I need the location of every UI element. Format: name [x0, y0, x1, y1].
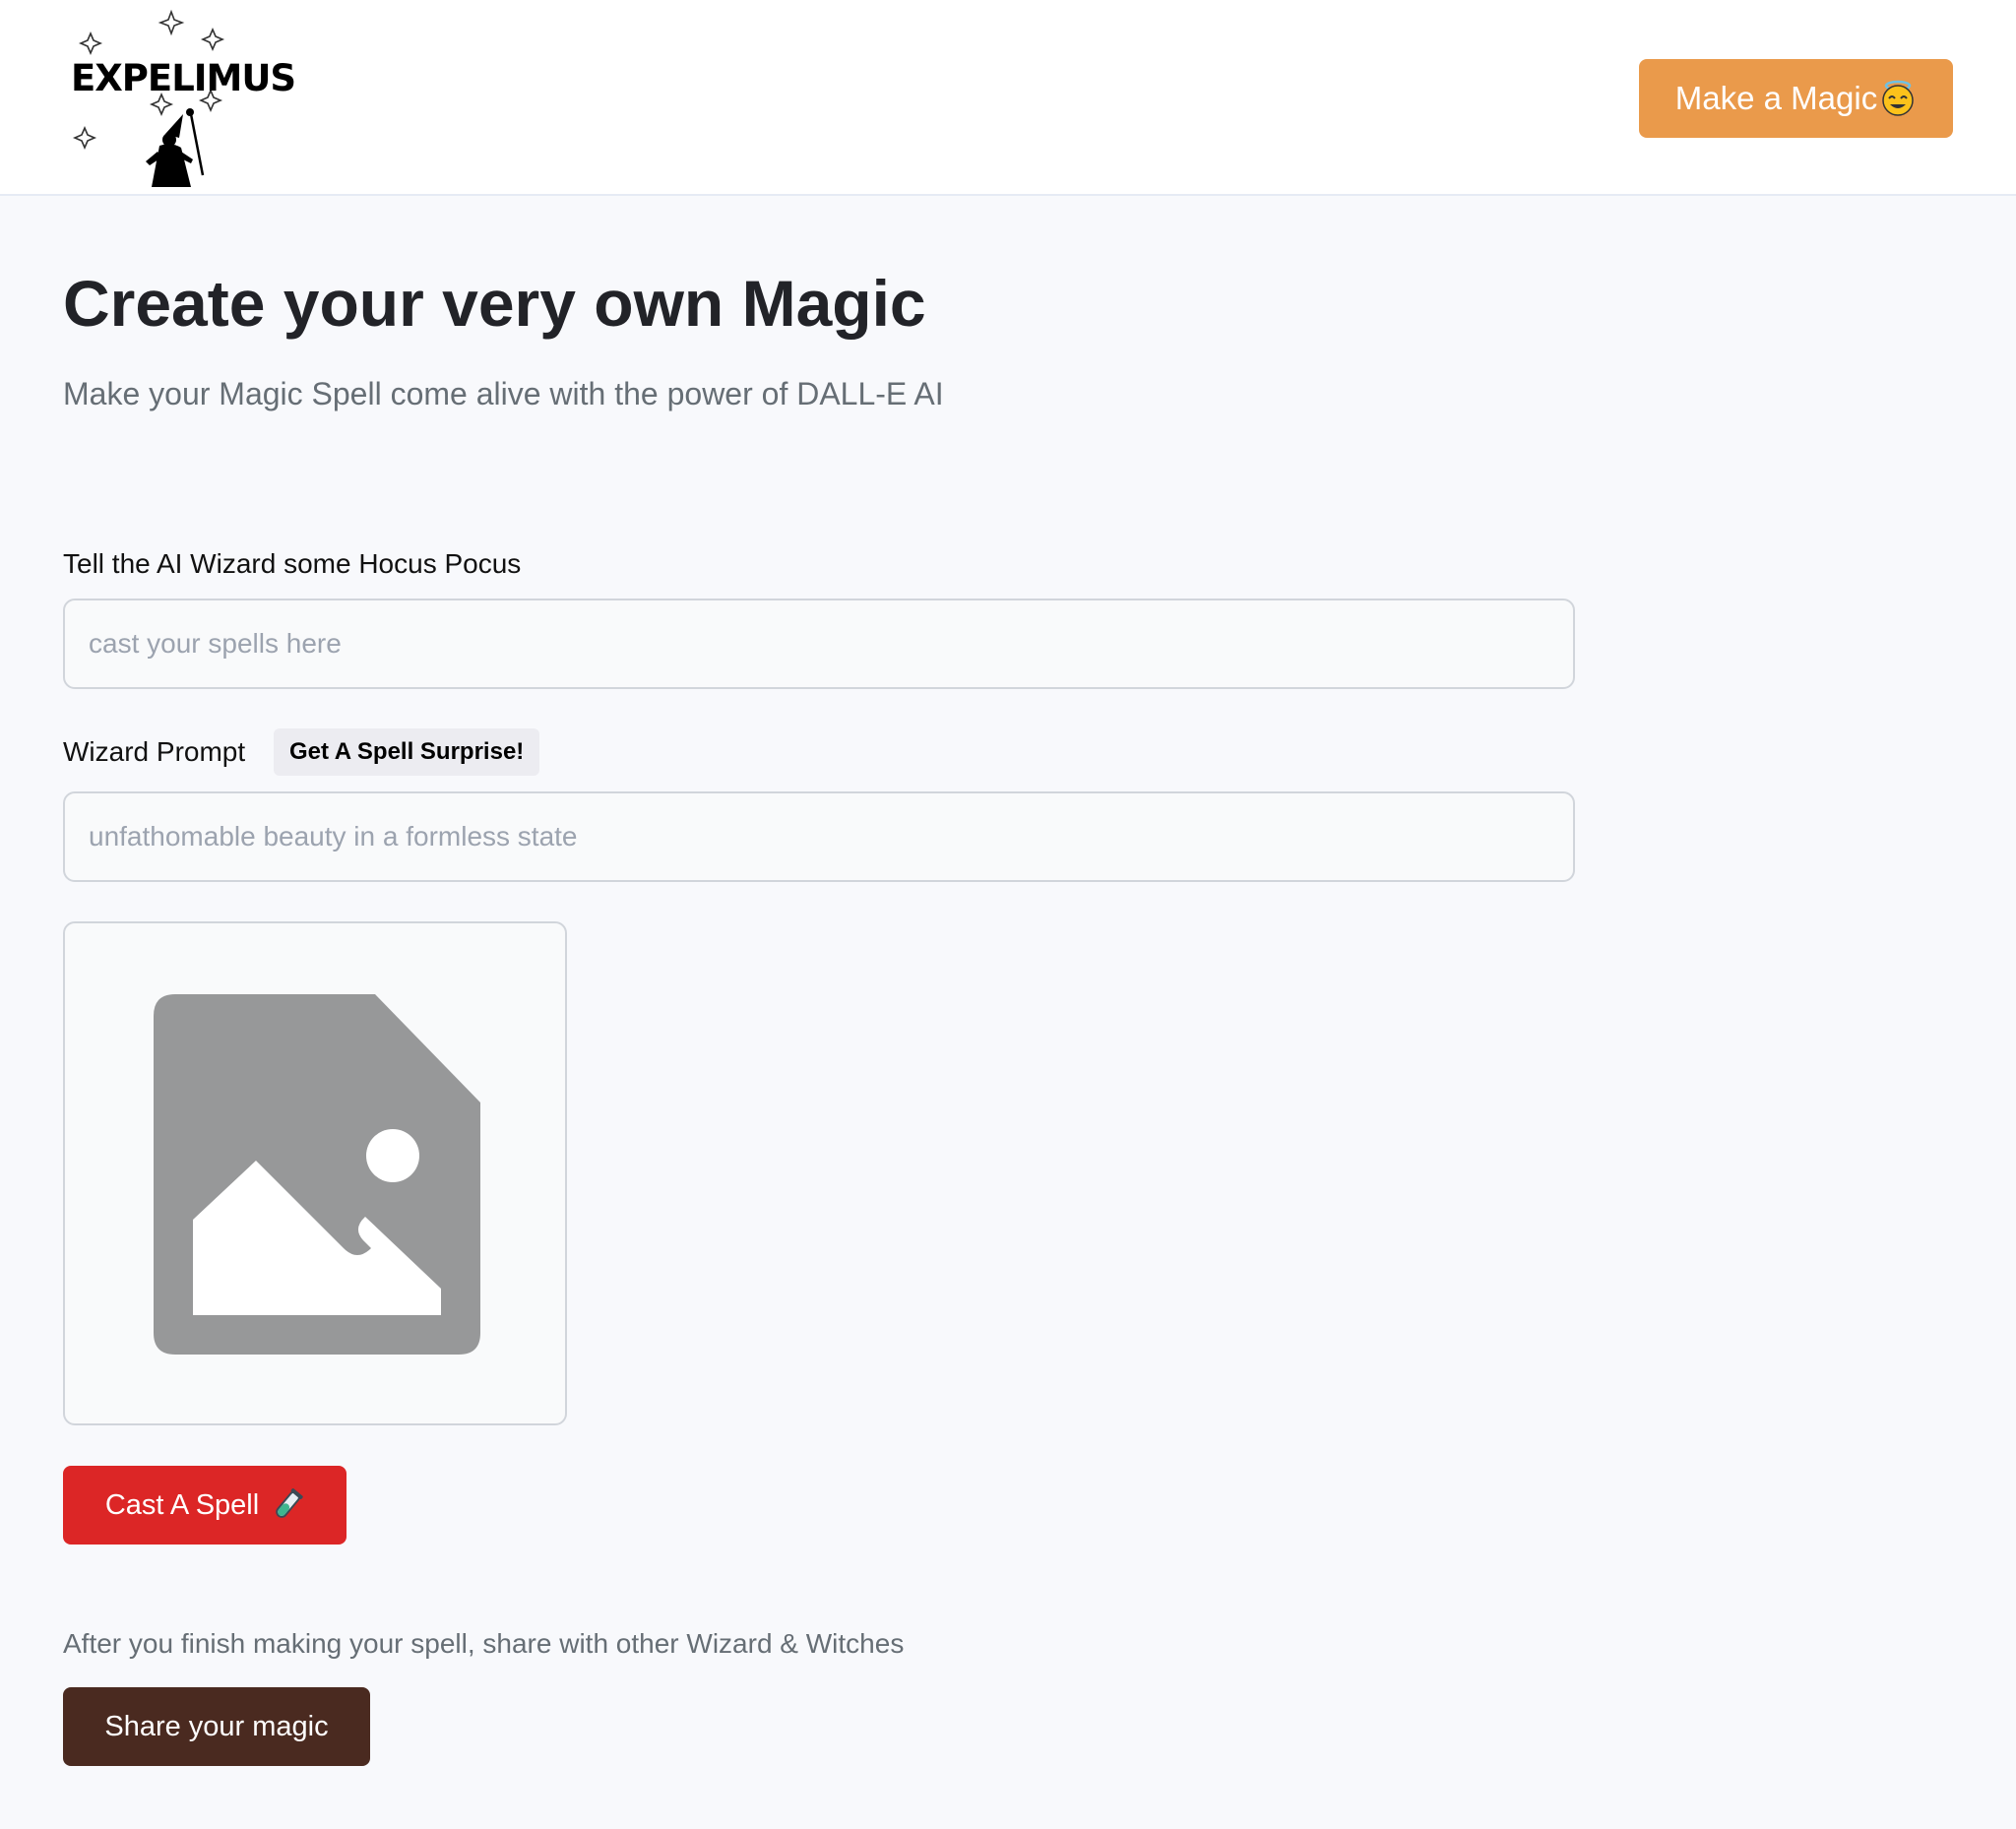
page-subtitle: Make your Magic Spell come alive with th… [63, 376, 944, 411]
cast-a-spell-button[interactable]: Cast A Spell [63, 1466, 346, 1545]
spell-name-input[interactable] [63, 599, 1575, 689]
share-note: After you finish making your spell, shar… [63, 1628, 905, 1659]
site-header: EXPELIMUS Make a Magic [0, 0, 2016, 196]
name-field-label: Tell the AI Wizard some Hocus Pocus [63, 548, 522, 579]
test-tube-icon [276, 1488, 303, 1518]
spell-surprise-button[interactable]: Get A Spell Surprise! [274, 728, 540, 776]
make-a-magic-button[interactable]: Make a Magic [1639, 59, 1953, 138]
logo-link[interactable]: EXPELIMUS [63, 8, 296, 191]
image-placeholder-icon [154, 994, 480, 1355]
cast-a-spell-label: Cast A Spell [104, 1488, 260, 1521]
wizard-prompt-input[interactable] [63, 791, 1575, 882]
wizard-logo-icon [72, 9, 225, 187]
page-title: Create your very own Magic [63, 267, 926, 340]
image-preview [63, 921, 567, 1425]
prompt-field-label: Wizard Prompt [63, 736, 246, 767]
logo-text: EXPELIMUS [71, 57, 296, 99]
share-your-magic-button[interactable]: Share your magic [63, 1687, 370, 1766]
make-a-magic-label: Make a Magic [1674, 80, 1878, 116]
smiling-face-with-halo-icon [1882, 80, 1914, 116]
